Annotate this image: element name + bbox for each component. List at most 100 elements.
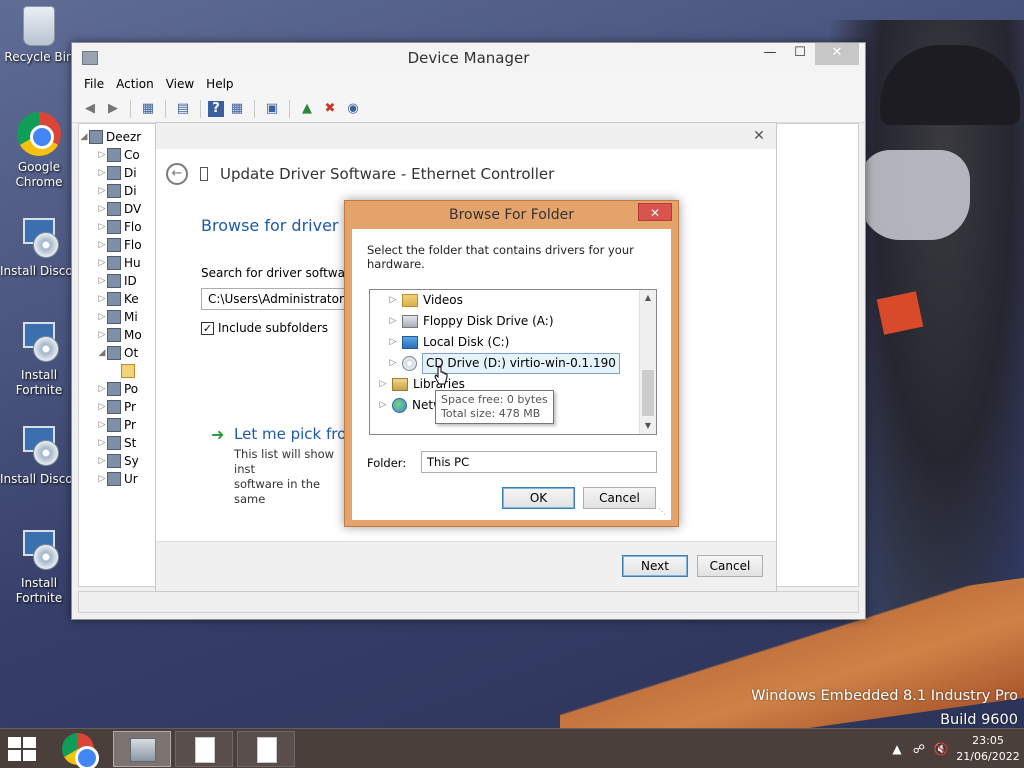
ok-button[interactable]: OK — [502, 487, 575, 509]
back-arrow-icon[interactable]: ◀ — [80, 99, 100, 119]
desktop-icon-label: Install Discord — [0, 264, 78, 278]
tree-item[interactable]: ▷ Pr — [79, 398, 159, 416]
libraries-icon — [392, 378, 408, 391]
tree-item[interactable]: ▷ Hu — [79, 254, 159, 272]
cd-drive-icon — [402, 356, 417, 371]
desktop-icon-recycle-bin[interactable]: Recycle Bin — [0, 6, 78, 65]
menu-file[interactable]: File — [78, 77, 110, 91]
desktop-icon-install-discord[interactable]: Install Discord — [0, 424, 78, 487]
tree-item[interactable]: ▷ Po — [79, 380, 159, 398]
menu-bar: File Action View Help — [72, 73, 865, 95]
update-driver-icon[interactable]: ▲ — [297, 99, 317, 119]
setup-icon — [17, 424, 61, 468]
properties-icon[interactable]: ▦ — [138, 99, 158, 119]
wallpaper-mask — [860, 150, 970, 240]
cancel-button[interactable]: Cancel — [697, 555, 763, 577]
menu-action[interactable]: Action — [110, 77, 160, 91]
network-status-icon[interactable]: ☍ — [908, 742, 930, 756]
tree-item[interactable]: ▷ Sy — [79, 452, 159, 470]
view-icon[interactable]: ▦ — [227, 99, 247, 119]
tree-item[interactable]: ▷ DV — [79, 200, 159, 218]
desktop-icon-install-fortnite[interactable]: Install Fortnite — [0, 320, 78, 398]
tree-item[interactable]: ▷ Di — [79, 182, 159, 200]
folder-tree-item-selected[interactable]: ▷ CD Drive (D:) virtio-win-0.1.190 — [388, 353, 620, 374]
folder-tree-item[interactable]: ▷ Videos — [388, 291, 463, 310]
tree-item[interactable]: ▷ Mi — [79, 308, 159, 326]
scroll-up-icon[interactable]: ▲ — [640, 290, 656, 306]
folder-tree-item[interactable]: ▷ Floppy Disk Drive (A:) — [388, 312, 554, 331]
dialog-title-bar[interactable]: Browse For Folder ✕ — [345, 201, 678, 229]
enable-device-icon[interactable]: ◉ — [343, 99, 363, 119]
next-button[interactable]: Next — [622, 555, 688, 577]
device-icon — [107, 274, 121, 288]
tree-scrollbar[interactable]: ▲ ▼ — [639, 290, 656, 434]
device-icon — [107, 148, 121, 162]
taskbar: ▲ ☍ 🔇 23:05 21/06/2022 — [0, 728, 1024, 768]
dialog-close-button[interactable]: ✕ — [638, 203, 672, 221]
status-bar — [78, 591, 859, 613]
warning-device-icon — [121, 364, 135, 378]
include-subfolders-checkbox[interactable]: ✓ Include subfolders — [201, 321, 328, 335]
pick-desc-line: software in the same — [234, 477, 321, 506]
scroll-thumb[interactable] — [642, 370, 654, 416]
os-watermark: Windows Embedded 8.1 Industry Pro Build … — [751, 684, 1018, 732]
list-icon[interactable]: ▤ — [173, 99, 193, 119]
taskbar-chrome-icon[interactable] — [62, 733, 99, 768]
tree-item[interactable]: ▷ ID — [79, 272, 159, 290]
uninstall-icon[interactable]: ✖ — [320, 99, 340, 119]
taskbar-device-manager[interactable] — [113, 731, 171, 767]
folder-input[interactable]: This PC — [421, 451, 657, 473]
help-icon[interactable]: ? — [208, 100, 224, 117]
menu-view[interactable]: View — [160, 77, 200, 91]
resize-grip-icon[interactable]: ⋱ — [658, 507, 668, 517]
tree-item[interactable]: ▷ Ur — [79, 470, 159, 488]
setup-icon — [17, 216, 61, 260]
tree-item[interactable]: ▷ Pr — [79, 416, 159, 434]
document-icon — [195, 737, 215, 763]
tree-item[interactable]: ▷ Flo — [79, 218, 159, 236]
menu-help[interactable]: Help — [200, 77, 239, 91]
maximize-button[interactable]: ☐ — [785, 43, 815, 65]
scan-hardware-icon[interactable]: ▣ — [262, 99, 282, 119]
taskbar-document-1[interactable] — [175, 731, 233, 767]
watermark-edition: Windows Embedded 8.1 Industry Pro — [751, 688, 1018, 704]
folder-tree-item[interactable]: ▷ Local Disk (C:) — [388, 333, 509, 352]
minimize-button[interactable]: — — [755, 43, 785, 65]
device-manager-icon — [130, 738, 156, 762]
tree-item[interactable]: ▷ Co — [79, 146, 159, 164]
scroll-down-icon[interactable]: ▼ — [640, 418, 656, 434]
tree-item[interactable]: ▷ Ke — [79, 290, 159, 308]
document-icon — [257, 737, 277, 763]
device-tree: ◢ Deezr ▷ Co ▷ Di ▷ Di ▷ DV ▷ Flo ▷ Flo ▷ Hu ▷ ID… — [79, 128, 159, 488]
checkmark-icon: ✓ — [201, 321, 214, 335]
browse-for-folder-dialog: Browse For Folder ✕ Select the folder th… — [344, 200, 679, 527]
tree-item[interactable]: ▷ Di — [79, 164, 159, 182]
desktop-icon-google-chrome[interactable]: Google Chrome — [0, 112, 78, 190]
desktop-icon-install-fortnite[interactable]: Install Fortnite — [0, 528, 78, 606]
show-hidden-icons-chevron-icon[interactable]: ▲ — [886, 742, 908, 756]
wizard-title-bar[interactable]: ✕ — [156, 123, 776, 149]
tree-item[interactable]: ▷ Flo — [79, 236, 159, 254]
device-icon — [107, 436, 121, 450]
window-title-bar[interactable]: Device Manager — ☐ ✕ — [72, 43, 865, 73]
volume-muted-icon[interactable]: 🔇 — [930, 742, 952, 756]
tree-item[interactable] — [79, 362, 159, 380]
system-tray: ▲ ☍ 🔇 23:05 21/06/2022 — [886, 729, 1024, 768]
desktop-icon-install-discord[interactable]: Install Discord — [0, 216, 78, 279]
dialog-title: Browse For Folder — [448, 207, 574, 223]
tree-item[interactable]: ▷ St — [79, 434, 159, 452]
wizard-close-button[interactable]: ✕ — [744, 125, 774, 147]
dialog-cancel-button[interactable]: Cancel — [583, 487, 656, 509]
driver-path-input[interactable]: C:\Users\Administrator\Do — [201, 288, 351, 310]
forward-arrow-icon[interactable]: ▶ — [103, 99, 123, 119]
tree-item[interactable]: ◢ Ot — [79, 344, 159, 362]
close-button[interactable]: ✕ — [815, 43, 859, 65]
chrome-icon — [17, 112, 61, 156]
start-button[interactable] — [8, 737, 38, 761]
tree-item[interactable]: ▷ Mo — [79, 326, 159, 344]
taskbar-document-2[interactable] — [237, 731, 295, 767]
back-button[interactable]: ← — [166, 163, 188, 185]
clock[interactable]: 23:05 21/06/2022 — [952, 733, 1024, 765]
tooltip-total-size: Total size: 478 MB — [441, 407, 541, 420]
tree-root[interactable]: ◢ Deezr — [79, 128, 159, 146]
